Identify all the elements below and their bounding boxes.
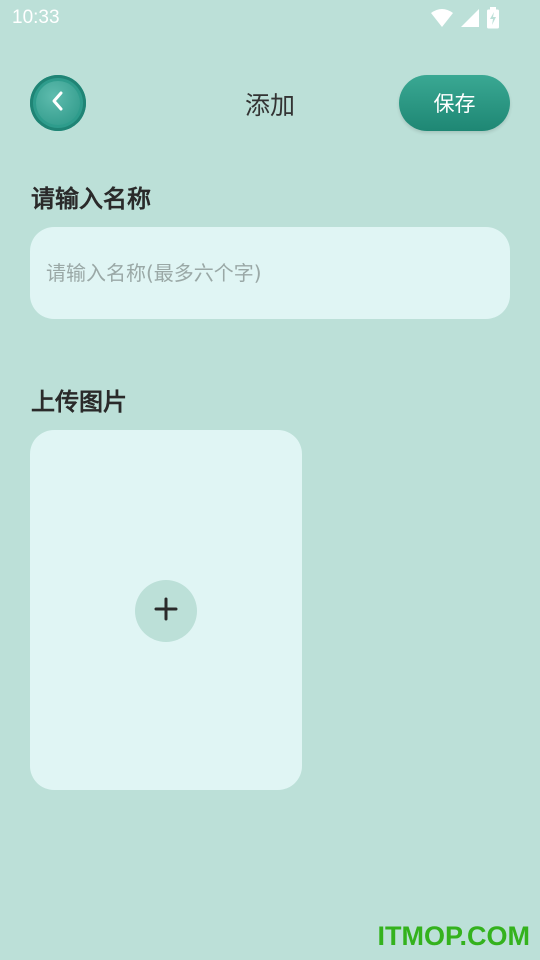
add-image-button[interactable] [135, 580, 197, 642]
save-button[interactable]: 保存 [399, 75, 510, 131]
upload-section-label: 上传图片 [31, 388, 127, 416]
signal-icon [460, 8, 480, 28]
image-upload-area[interactable] [30, 430, 302, 790]
plus-icon [154, 597, 178, 625]
name-input[interactable] [30, 227, 510, 319]
battery-charging-icon [486, 7, 500, 29]
wifi-icon [430, 8, 454, 28]
status-bar: 10:33 [0, 0, 540, 36]
watermark: ITMOP.COM [377, 921, 530, 951]
name-section-label: 请输入名称 [31, 185, 151, 213]
status-time: 10:33 [12, 7, 60, 28]
status-icons [430, 7, 500, 29]
